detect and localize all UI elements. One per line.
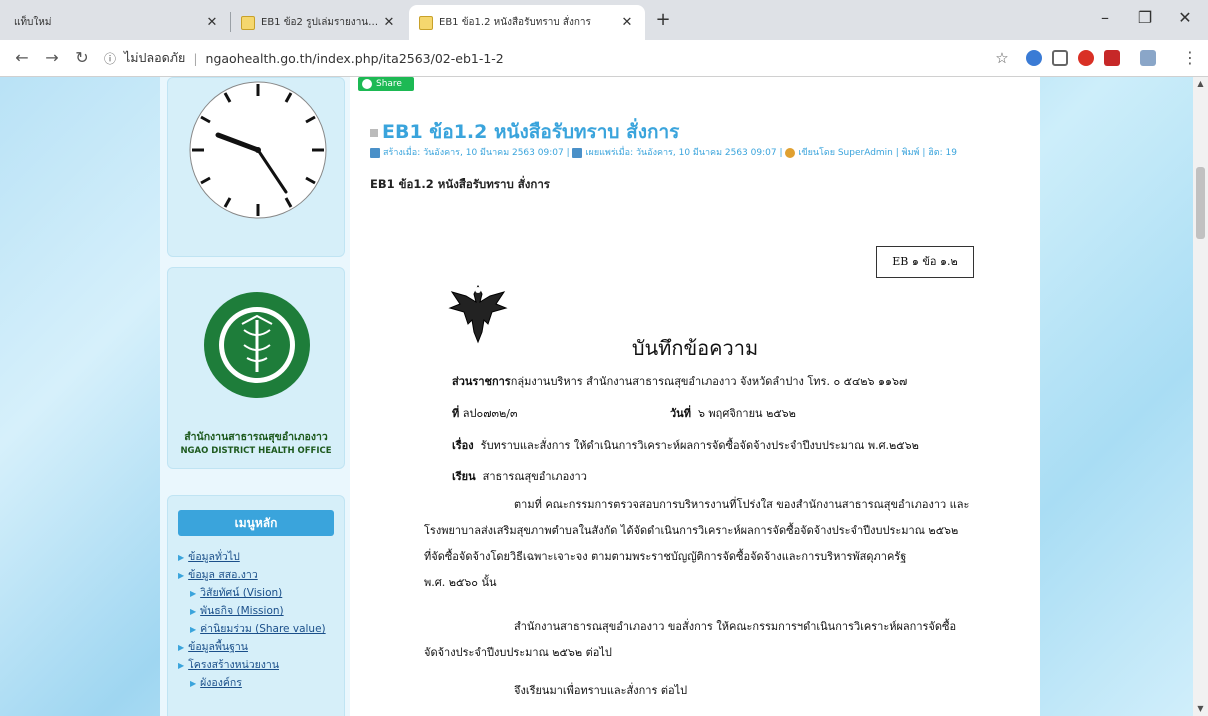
reload-icon[interactable]: ↻ — [70, 46, 94, 70]
calendar-icon — [572, 147, 583, 158]
bullet-icon: ▶ — [178, 571, 185, 580]
memo-subject-line: เรื่อง รับทราบและสั่งการ ให้ดำเนินการวิเ… — [452, 439, 919, 452]
print-link[interactable]: พิมพ์ — [902, 148, 920, 158]
org-logo-box: สำนักงานสาธารณสุขอำเภองาว NGAO DISTRICT … — [167, 267, 345, 469]
meta-author: เขียนโดย SuperAdmin — [798, 148, 893, 158]
bullet-icon: ▶ — [178, 553, 185, 562]
article-subtitle: EB1 ข้อ1.2 หนังสือรับทราบ สั่งการ — [370, 177, 550, 191]
memo-paragraph-1: ตามที่ คณะกรรมการตรวจสอบการบริหารงานที่โ… — [424, 498, 970, 589]
line-share-button[interactable]: Share — [358, 77, 414, 91]
menu-item-office-info[interactable]: ▶ ข้อมูล สสอ.งาว — [178, 566, 258, 583]
tab-label: EB1 ข้อ1.2 หนังสือรับทราบ สั่งการ — [439, 17, 591, 28]
title-square-icon — [370, 128, 378, 137]
restore-icon[interactable]: ❐ — [1130, 8, 1160, 27]
memo-title: บันทึกข้อความ — [631, 336, 759, 360]
profile-avatar-icon[interactable] — [1140, 50, 1156, 66]
meta-created: สร้างเมื่อ: วันอังคาร, 10 มีนาคม 2563 09… — [383, 148, 564, 158]
menu-item-mission[interactable]: ▶ พันธกิจ (Mission) — [190, 602, 284, 619]
address-separator: | — [193, 50, 198, 66]
clock-widget — [167, 77, 345, 257]
bullet-icon: ▶ — [178, 661, 185, 670]
site-favicon-icon — [419, 15, 433, 30]
memo-paragraph-2: สำนักงานสาธารณสุขอำเภองาว ขอสั่งการ ให้ค… — [424, 620, 957, 659]
extension-badge-icon[interactable] — [1104, 50, 1120, 66]
scroll-down-icon[interactable]: ▼ — [1193, 704, 1208, 713]
calendar-icon — [370, 147, 380, 158]
minimize-icon[interactable]: – — [1090, 8, 1120, 27]
memo-closing: จึงเรียนมาเพื่อทราบและสั่งการ ต่อไป — [514, 684, 688, 697]
tab-label: EB1 ข้อ2 รูปเล่มรายงานการวิเคราะห์ผ — [261, 17, 381, 28]
scroll-thumb[interactable] — [1196, 167, 1205, 239]
memo-date-line: วันที่ ๖ พฤศจิกายน ๒๕๖๒ — [670, 407, 796, 420]
menu-item-general-info[interactable]: ▶ ข้อมูลทั่วไป — [178, 548, 240, 565]
url-text: ngaohealth.go.th/index.php/ita2563/02-eb… — [205, 50, 504, 66]
tab-eb1-report[interactable]: EB1 ข้อ2 รูปเล่มรายงานการวิเคราะห์ผ ✕ — [231, 5, 407, 40]
page-scrollbar[interactable]: ▲ ▼ — [1193, 77, 1208, 716]
bullet-icon: ▶ — [190, 607, 197, 616]
forward-icon[interactable]: → — [40, 46, 64, 70]
bookmark-star-icon[interactable]: ☆ — [990, 46, 1014, 70]
menu-item-structure[interactable]: ▶ โครงสร้างหน่วยงาน — [178, 656, 279, 673]
menu-kebab-icon[interactable]: ⋮ — [1178, 46, 1202, 70]
memo-number-line: ที่ ลป๐๗๓๒/๓ — [452, 407, 518, 420]
page-viewport: สำนักงานสาธารณสุขอำเภองาว NGAO DISTRICT … — [0, 77, 1208, 716]
new-tab-button[interactable]: + — [652, 9, 674, 31]
close-icon[interactable]: ✕ — [381, 15, 397, 30]
bullet-icon: ▶ — [190, 589, 197, 598]
menu-item-org-chart[interactable]: ▶ ผังองค์กร — [190, 674, 242, 691]
main-menu-box: เมนูหลัก ▶ ข้อมูลทั่วไป ▶ ข้อมูล สสอ.งาว ▶… — [167, 495, 345, 716]
address-bar[interactable]: ⓘ ไม่ปลอดภัย | ngaohealth.go.th/index.ph… — [102, 46, 1002, 70]
line-icon — [362, 79, 372, 89]
extension-box-icon[interactable] — [1052, 50, 1068, 66]
article-meta: สร้างเมื่อ: วันอังคาร, 10 มีนาคม 2563 09… — [370, 145, 957, 159]
bullet-icon: ▶ — [190, 679, 197, 688]
close-icon[interactable]: ✕ — [619, 15, 635, 30]
meta-hits: ฮิต: 19 — [928, 148, 957, 158]
back-icon[interactable]: ← — [10, 46, 34, 70]
menu-item-share-value[interactable]: ▶ ค่านิยมร่วม (Share value) — [190, 620, 326, 637]
security-label: ไม่ปลอดภัย — [124, 50, 186, 65]
menu-item-vision[interactable]: ▶ วิสัยทัศน์ (Vision) — [190, 584, 282, 601]
analog-clock-icon — [189, 81, 327, 219]
left-sidebar: สำนักงานสาธารณสุขอำเภองาว NGAO DISTRICT … — [160, 77, 350, 716]
document-ref-box: EB ๑ ข้อ ๑.๒ — [876, 246, 974, 278]
meta-published: เผยแพร่เมื่อ: วันอังคาร, 10 มีนาคม 2563 … — [585, 148, 777, 158]
page-container: สำนักงานสาธารณสุขอำเภองาว NGAO DISTRICT … — [160, 77, 1040, 716]
tab-new[interactable]: แท็บใหม่ ✕ — [4, 5, 230, 40]
memo-to-line: เรียน สาธารณสุขอำเภองาว — [452, 470, 587, 483]
info-icon[interactable]: ⓘ — [102, 50, 118, 67]
org-name-english: NGAO DISTRICT HEALTH OFFICE — [180, 446, 332, 456]
site-favicon-icon — [241, 15, 255, 30]
bullet-icon: ▶ — [190, 625, 197, 634]
tab-strip: แท็บใหม่ ✕ EB1 ข้อ2 รูปเล่มรายงานการวิเค… — [0, 0, 1208, 40]
main-menu-title: เมนูหลัก — [178, 510, 334, 536]
extension-globe-icon[interactable] — [1026, 50, 1042, 66]
close-icon[interactable]: ✕ — [204, 15, 220, 30]
tab-eb1-memo[interactable]: EB1 ข้อ1.2 หนังสือรับทราบ สั่งการ ✕ — [409, 5, 645, 40]
bullet-icon: ▶ — [178, 643, 185, 652]
article-title: EB1 ข้อ1.2 หนังสือรับทราบ สั่งการ — [370, 117, 679, 147]
org-name-thai: สำนักงานสาธารณสุขอำเภองาว — [184, 431, 328, 443]
browser-toolbar: ← → ↻ ⓘ ไม่ปลอดภัย | ngaohealth.go.th/in… — [0, 40, 1208, 77]
menu-item-basic-data[interactable]: ▶ ข้อมูลพื้นฐาน — [178, 638, 248, 655]
window-close-icon[interactable]: ✕ — [1170, 8, 1200, 27]
ministry-logo-icon — [204, 292, 310, 398]
memo-document: EB ๑ ข้อ ๑.๒ บันทึกข้อความ ส่วนราชการกลุ… — [400, 202, 990, 716]
user-icon — [785, 147, 796, 158]
tab-label: แท็บใหม่ — [14, 17, 52, 28]
extension-adblock-icon[interactable] — [1078, 50, 1094, 66]
memo-agency-line: ส่วนราชการกลุ่มงานบริหาร สำนักงานสาธารณส… — [452, 375, 908, 388]
scroll-up-icon[interactable]: ▲ — [1193, 79, 1208, 88]
